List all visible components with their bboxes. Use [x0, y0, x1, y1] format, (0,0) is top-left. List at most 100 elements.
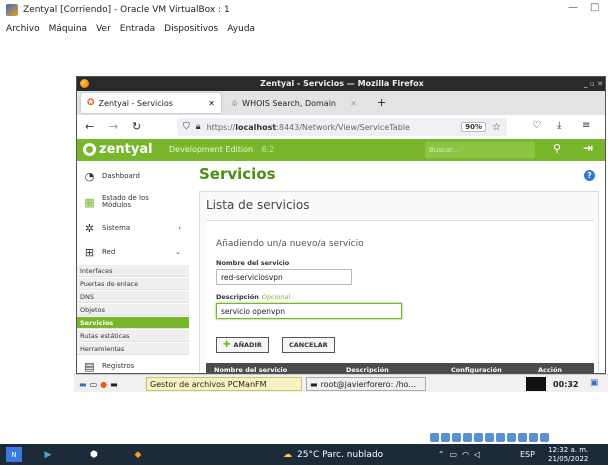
close-tab-icon[interactable]: ✕ [208, 99, 215, 108]
search-icon[interactable]: ⚲ [553, 142, 561, 155]
cpu-icon[interactable] [518, 432, 527, 442]
col-description: Descripción [346, 366, 389, 374]
launcher-icons: ▬ ▭ ● ▬ [76, 377, 121, 391]
system-clock[interactable]: 12:32 a. m. 21/05/2022 [548, 445, 588, 464]
sidebar-sub-services[interactable]: Servicios [77, 317, 189, 329]
sidebar-label: Dashboard [102, 172, 140, 180]
sidebar-item-dashboard[interactable]: ◔ Dashboard [77, 167, 189, 185]
zoom-indicator[interactable]: 90% [461, 122, 487, 132]
weather-text: 25°C Parc. nublado [297, 449, 384, 460]
brand-text: zentyal [99, 142, 153, 157]
recording-icon[interactable] [507, 432, 516, 442]
keyboard-icon[interactable] [540, 432, 549, 442]
tray-icons[interactable]: ⌃ ▭ ◠ ◁ [420, 447, 498, 462]
search-input[interactable]: Buscar... [425, 142, 535, 158]
back-icon[interactable]: ← [85, 120, 94, 133]
menu-ver[interactable]: Ver [96, 24, 111, 34]
zentyal-logo[interactable]: zentyal [83, 142, 153, 157]
service-name-field[interactable]: red-serviciosvpn [216, 269, 352, 285]
sidebar-item-red[interactable]: ⊞ Red ⌄ [77, 243, 189, 261]
language-indicator[interactable]: ESP [520, 447, 535, 462]
virtualbox-taskbar-icon[interactable]: ◆ [128, 447, 148, 462]
menu-maquina[interactable]: Máquina [49, 24, 87, 34]
display-icon[interactable] [496, 432, 505, 442]
vbox-title: Zentyal [Corriendo] - Oracle VM VirtualB… [23, 5, 230, 15]
sidebar-sub-routes[interactable]: Rutas estáticas [77, 330, 189, 342]
filemanager-task[interactable]: Gestor de archivos PCManFM [146, 377, 302, 391]
chevron-up-icon: ⌃ [437, 450, 445, 459]
weather-widget[interactable]: ☁ 25°C Parc. nublado [283, 447, 413, 462]
url-bar[interactable]: ⛉ 🔒︎ https://localhost:8443/Network/View… [177, 118, 507, 136]
github-icon[interactable]: ⬢ [86, 447, 102, 462]
add-button[interactable]: ✚ AÑADIR [216, 337, 269, 353]
usb-icon[interactable] [474, 432, 483, 442]
terminal-launch-icon[interactable]: ▬ [110, 380, 118, 389]
firefox-title: Zentyal - Servicios — Mozilla Firefox [260, 79, 424, 88]
menu-ayuda[interactable]: Ayuda [227, 24, 255, 34]
battery-icon: ▭ [449, 450, 458, 459]
hdd-icon[interactable] [430, 432, 439, 442]
name-label: Nombre del servicio [216, 259, 290, 267]
menu-icon[interactable]: ≡ [582, 120, 590, 131]
help-icon[interactable]: ? [584, 170, 595, 181]
shared-folder-icon[interactable] [485, 432, 494, 442]
maximize-icon[interactable]: □ [590, 2, 599, 13]
terminal-icon: ▬ [310, 379, 318, 389]
forward-icon[interactable]: → [109, 120, 118, 133]
cancel-button[interactable]: CANCELAR [282, 337, 335, 353]
menu-archivo[interactable]: Archivo [6, 24, 40, 34]
menu-entrada[interactable]: Entrada [120, 24, 155, 34]
sidebar-label: Estado de los Módulos [102, 194, 149, 209]
sidebar-sub-tools[interactable]: Herramientas [77, 343, 189, 355]
sidebar-sub-dns[interactable]: DNS [77, 291, 189, 303]
reload-icon[interactable]: ↻ [132, 120, 141, 133]
firefox-launch-icon[interactable]: ● [100, 380, 107, 389]
clock-date: 21/05/2022 [548, 454, 589, 463]
desc-label: Descripción [216, 293, 259, 301]
window-controls[interactable]: _ ▫ ✕ [584, 77, 603, 91]
logout-icon[interactable]: ⇥ [583, 141, 593, 155]
plus-icon: ✚ [223, 340, 231, 350]
terminal-app-icon[interactable]: ▶ [40, 447, 56, 462]
pocket-icon[interactable]: ♡ [532, 120, 541, 131]
sidebar-item-sistema[interactable]: ✲ Sistema ‹ [77, 219, 189, 237]
description-field[interactable]: servicio openvpn [216, 303, 402, 319]
bookmark-star-icon[interactable]: ☆ [492, 122, 501, 133]
whois-favicon-icon: ♧ [231, 98, 239, 108]
desc-label-row: Descripción Opcional [216, 293, 290, 301]
guest-tray-icon[interactable]: ▣ [590, 378, 599, 388]
new-tab-icon[interactable]: + [377, 96, 386, 109]
app-icon-1[interactable]: N [6, 447, 22, 462]
audio-icon[interactable] [452, 432, 461, 442]
sidebar-sub-gateways[interactable]: Puertas de enlace [77, 278, 189, 290]
sidebar-sub-objects[interactable]: Objetos [77, 304, 189, 316]
firefox-icon [80, 79, 89, 88]
optical-icon[interactable] [441, 432, 450, 442]
tab-zentyal[interactable]: ✪ Zentyal - Servicios ✕ [81, 93, 221, 113]
panel-title: Lista de servicios [206, 198, 310, 212]
menu-start-icon[interactable]: ▬ [79, 380, 87, 389]
navbar: ← → ↻ ⛉ 🔒︎ https://localhost:8443/Networ… [77, 115, 605, 139]
tab-whois[interactable]: ♧ WHOIS Search, Domain ✕ [225, 93, 363, 113]
edition-label: Development Edition 6.2 [169, 145, 274, 154]
edition-text: Development Edition [169, 145, 254, 154]
menu-dispositivos[interactable]: Dispositivos [164, 24, 218, 34]
windows-taskbar: N ▶ ⬢ ◆ ☁ 25°C Parc. nublado ⌃ ▭ ◠ ◁ ESP… [0, 444, 608, 465]
guest-clock: 00:32 [553, 379, 579, 389]
tab-label: WHOIS Search, Domain [242, 98, 336, 108]
mouse-icon[interactable] [529, 432, 538, 442]
sidebar-item-registros[interactable]: ▤ Registros [77, 357, 189, 373]
vbox-menubar: Archivo Máquina Ver Entrada Dispositivos… [0, 20, 608, 38]
sidebar-sub-interfaces[interactable]: Interfaces [77, 265, 189, 277]
sidebar-label: Red [102, 248, 116, 256]
optional-tag: Opcional [261, 293, 291, 301]
sidebar-item-estado[interactable]: ▦ Estado de los Módulos [77, 191, 189, 213]
desktop-icon[interactable]: ▭ [90, 380, 98, 389]
terminal-task[interactable]: ▬ root@javierforero: /ho... [306, 377, 426, 391]
downloads-icon[interactable]: ⤓ [557, 120, 561, 131]
network-status-icon[interactable] [463, 432, 472, 442]
minimize-icon[interactable]: — [568, 2, 578, 13]
sidebar-label: Sistema [102, 224, 131, 232]
add-service-form: Añadiendo un/a nuevo/a servicio Nombre d… [206, 220, 594, 374]
close-tab-icon[interactable]: ✕ [350, 99, 357, 108]
